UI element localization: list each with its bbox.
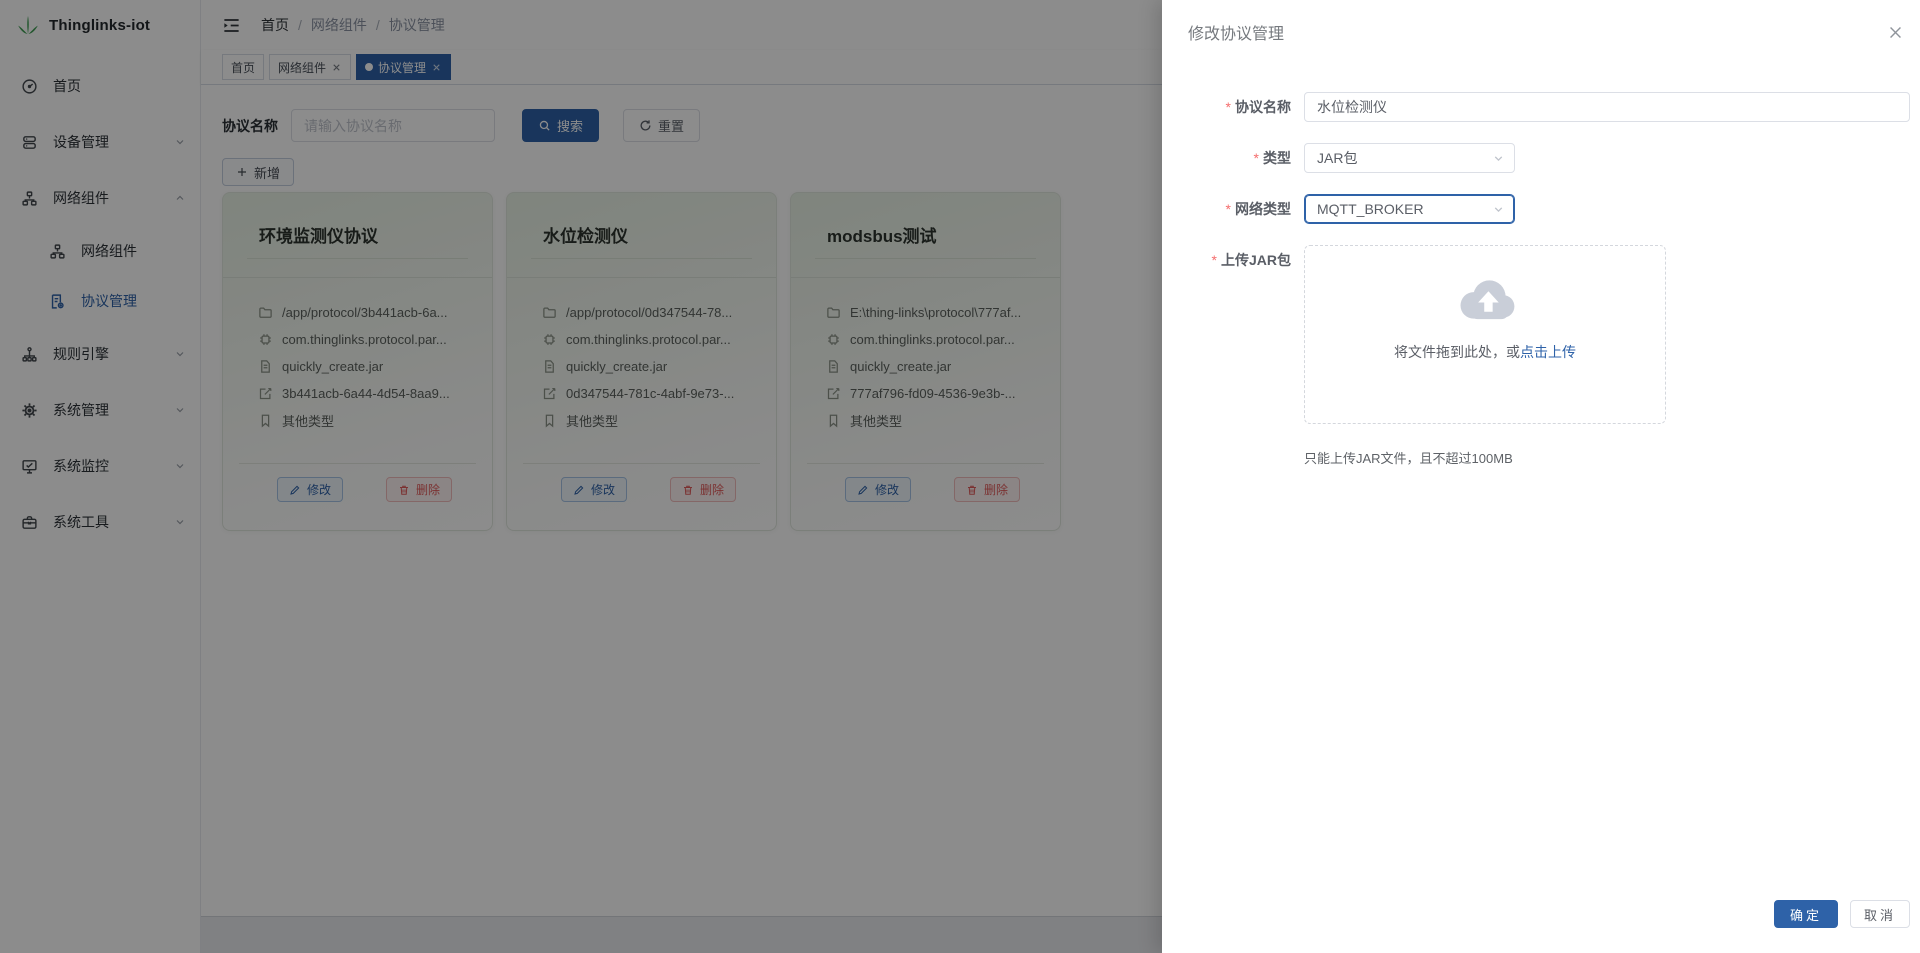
drawer-header: 修改协议管理 <box>1162 0 1920 44</box>
form-row-type: *类型 JAR包 <box>1162 143 1920 173</box>
app-root: Thinglinks-iot 首页 设备管理 <box>0 0 1920 953</box>
network-type-label: *网络类型 <box>1162 194 1304 224</box>
upload-hint: 只能上传JAR文件，且不超过100MB <box>1304 448 1920 467</box>
protocol-name-field[interactable] <box>1304 92 1910 122</box>
edit-protocol-drawer: 修改协议管理 *协议名称 *类型 JAR包 *网络类型 <box>1162 0 1920 953</box>
required-marker: * <box>1226 99 1231 115</box>
upload-label: *上传JAR包 <box>1162 245 1304 275</box>
upload-dropzone[interactable]: 将文件拖到此处，或点击上传 <box>1304 245 1666 424</box>
form-row-network-type: *网络类型 MQTT_BROKER <box>1162 194 1920 224</box>
network-type-select[interactable]: MQTT_BROKER <box>1304 194 1515 224</box>
type-label: *类型 <box>1162 143 1304 173</box>
drawer-form: *协议名称 *类型 JAR包 *网络类型 MQTT_BROKER <box>1162 92 1920 467</box>
form-row-upload: *上传JAR包 将文件拖到此处，或点击上 <box>1162 245 1920 424</box>
upload-text: 将文件拖到此处，或点击上传 <box>1305 342 1665 362</box>
required-marker: * <box>1212 252 1217 268</box>
required-marker: * <box>1226 201 1231 217</box>
chevron-down-icon <box>1492 203 1505 216</box>
form-row-name: *协议名称 <box>1162 92 1920 122</box>
drawer-footer: 确定 取消 <box>1774 900 1910 928</box>
click-upload-link[interactable]: 点击上传 <box>1520 344 1576 360</box>
drawer-title: 修改协议管理 <box>1188 20 1284 44</box>
confirm-button[interactable]: 确定 <box>1774 900 1838 928</box>
close-icon[interactable] <box>1887 24 1904 41</box>
cancel-button[interactable]: 取消 <box>1850 900 1910 928</box>
cloud-upload-icon <box>1452 276 1519 325</box>
name-label: *协议名称 <box>1162 92 1304 122</box>
required-marker: * <box>1254 150 1259 166</box>
type-select[interactable]: JAR包 <box>1304 143 1515 173</box>
chevron-down-icon <box>1492 152 1505 165</box>
